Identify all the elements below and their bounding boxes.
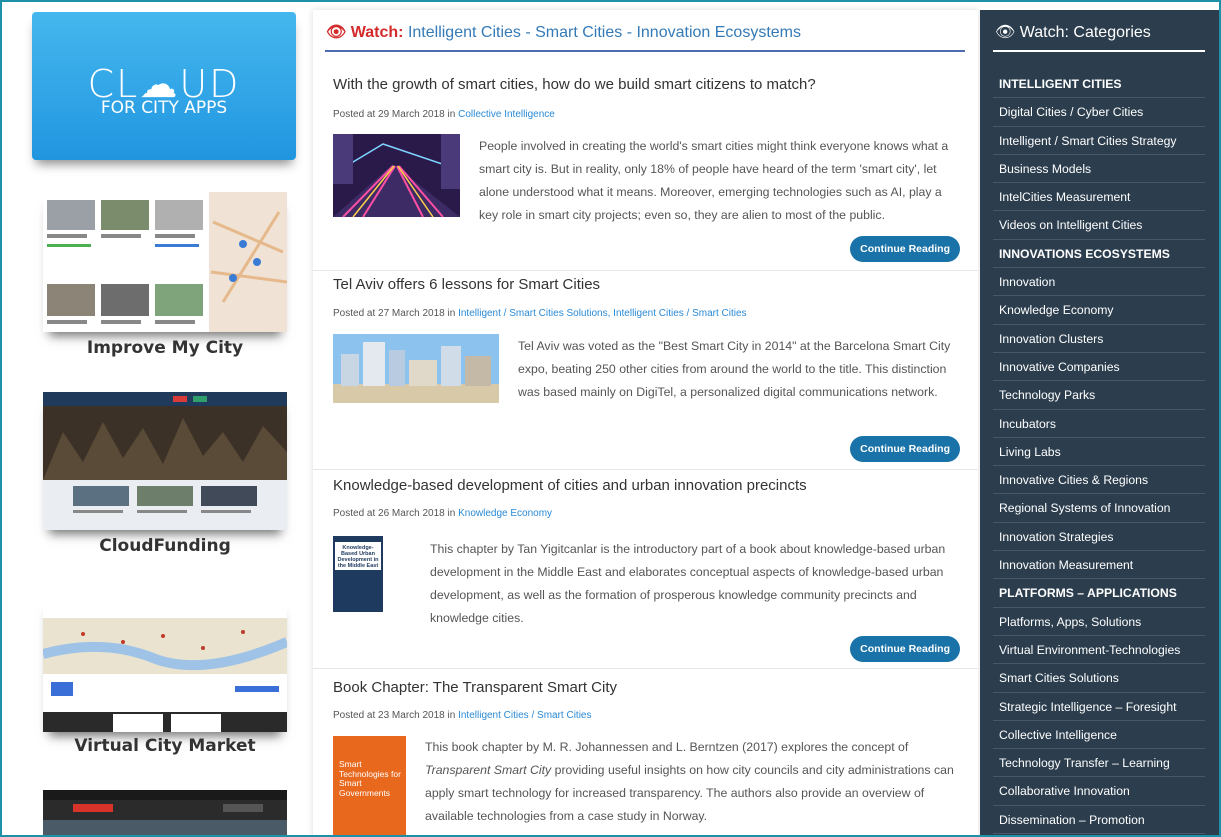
category-link[interactable]: Knowledge Economy xyxy=(993,296,1205,325)
city-branding-thumbnail xyxy=(43,790,287,835)
continue-reading-button[interactable]: Continue Reading xyxy=(850,636,960,662)
category-link[interactable]: Living Labs xyxy=(993,438,1205,467)
promo-cloudfunding[interactable]: CloudFunding xyxy=(40,392,290,567)
category-link[interactable]: IntelCities Measurement xyxy=(993,183,1205,212)
category-link[interactable]: Digital Cities / Cyber Cities xyxy=(993,98,1205,127)
post-category-link[interactable]: Knowledge Economy xyxy=(458,508,552,519)
category-list: INTELLIGENT CITIES Digital Cities / Cyber… xyxy=(993,70,1205,835)
watch-label: Watch: xyxy=(350,24,404,41)
post-excerpt: Tel Aviv was voted as the "Best Smart Ci… xyxy=(518,339,951,399)
book-cover-title: Knowledge-Based Urban Development in the… xyxy=(335,542,381,570)
categories-title: Watch: Categories xyxy=(1019,24,1151,41)
category-link[interactable]: Regional Systems of Innovation xyxy=(993,494,1205,523)
categories-sidebar: 👁 Watch: Categories INTELLIGENT CITIES Di… xyxy=(980,10,1219,835)
promo-city-branding[interactable] xyxy=(40,790,290,835)
category-link[interactable]: Dissemination – Promotion xyxy=(993,806,1205,835)
post-date: Posted at 27 March 2018 in xyxy=(333,308,456,319)
category-link[interactable]: Videos on Intelligent Cities xyxy=(993,211,1205,240)
post-title-link[interactable]: Tel Aviv offers 6 lessons for Smart Citi… xyxy=(333,276,600,293)
post-thumbnail-smart-citizens[interactable] xyxy=(333,134,460,217)
post-meta: Posted at 23 March 2018 in Intelligent C… xyxy=(333,710,591,721)
eye-icon: 👁 xyxy=(995,24,1016,41)
cloud-for-city-apps-banner[interactable]: CL☁UD FOR CITY APPS xyxy=(32,12,296,160)
header-divider xyxy=(325,50,965,52)
post-date: Posted at 23 March 2018 in xyxy=(333,710,456,721)
post-meta: Posted at 26 March 2018 in Knowledge Eco… xyxy=(333,508,552,519)
category-link[interactable]: Innovative Cities & Regions xyxy=(993,466,1205,495)
promo-virtual-city-market[interactable]: Virtual City Market xyxy=(40,592,290,767)
virtual-city-market-thumbnail xyxy=(43,598,287,732)
post-thumbnail-book-cover[interactable]: Knowledge-Based Urban Development in the… xyxy=(333,536,383,612)
book-cover-title: Smart Technologies for Smart Governments xyxy=(339,760,401,798)
category-link[interactable]: Innovation Measurement xyxy=(993,551,1205,580)
cloudfunding-thumbnail xyxy=(43,392,287,530)
post-date: Posted at 29 March 2018 in xyxy=(333,109,456,120)
continue-reading-button[interactable]: Continue Reading xyxy=(850,236,960,262)
categories-header: 👁 Watch: Categories xyxy=(995,22,1151,42)
category-link[interactable]: Smart Cities Solutions xyxy=(993,664,1205,693)
improve-my-city-thumbnail xyxy=(43,192,287,332)
category-link[interactable]: Virtual Environment-Technologies xyxy=(993,636,1205,665)
post-category-link[interactable]: Collective Intelligence xyxy=(458,109,555,120)
post-meta: Posted at 27 March 2018 in Intelligent /… xyxy=(333,308,747,319)
left-promo-column: CL☁UD FOR CITY APPS Improve My City Clou… xyxy=(20,10,305,835)
promo-label: Improve My City xyxy=(86,338,244,358)
post-meta: Posted at 29 March 2018 in Collective In… xyxy=(333,109,555,120)
post-card: Book Chapter: The Transparent Smart City… xyxy=(313,669,978,835)
cloud-logo-subtitle: FOR CITY APPS xyxy=(100,98,228,118)
category-section-heading[interactable]: INTELLIGENT CITIES xyxy=(993,70,1205,99)
category-link[interactable]: Innovation Strategies xyxy=(993,523,1205,552)
post-category-link[interactable]: Intelligent / Smart Cities Solutions, In… xyxy=(458,308,746,319)
category-link[interactable]: Platforms, Apps, Solutions xyxy=(993,608,1205,636)
post-title-link[interactable]: Knowledge-based development of cities an… xyxy=(333,477,807,494)
category-link[interactable]: Innovation xyxy=(993,268,1205,297)
watch-header: 👁 Watch: Intelligent Cities - Smart Citi… xyxy=(326,22,801,42)
post-excerpt: This book chapter by M. R. Johannessen a… xyxy=(425,736,963,828)
category-link[interactable]: Innovative Companies xyxy=(993,353,1205,382)
post-title-link[interactable]: With the growth of smart cities, how do … xyxy=(333,76,816,93)
category-link[interactable]: Technology Parks xyxy=(993,381,1205,410)
main-content: 👁 Watch: Intelligent Cities - Smart Citi… xyxy=(313,10,978,835)
post-title-link[interactable]: Book Chapter: The Transparent Smart City xyxy=(333,679,617,696)
post-category-link[interactable]: Intelligent Cities / Smart Cities xyxy=(458,710,591,721)
category-link[interactable]: Strategic Intelligence – Foresight xyxy=(993,693,1205,721)
post-thumbnail-tel-aviv[interactable] xyxy=(333,334,499,403)
category-section-heading[interactable]: PLATFORMS – APPLICATIONS xyxy=(993,579,1205,608)
eye-icon: 👁 xyxy=(326,24,347,41)
promo-improve-my-city[interactable]: Improve My City xyxy=(40,192,290,367)
post-excerpt: People involved in creating the world's … xyxy=(479,139,949,222)
category-link[interactable]: Innovation Clusters xyxy=(993,325,1205,353)
post-card: Tel Aviv offers 6 lessons for Smart Citi… xyxy=(313,271,978,470)
post-thumbnail-book-cover[interactable]: Smart Technologies for Smart Governments xyxy=(333,736,406,835)
promo-label: CloudFunding xyxy=(99,536,231,556)
category-link[interactable]: Collaborative Innovation xyxy=(993,777,1205,806)
category-section-heading[interactable]: INNOVATIONS ECOSYSTEMS xyxy=(993,240,1205,269)
post-excerpt-emphasis: Transparent Smart City xyxy=(425,763,552,777)
category-link[interactable]: Business Models xyxy=(993,155,1205,184)
watch-topic[interactable]: Intelligent Cities - Smart Cities - Inno… xyxy=(408,24,801,41)
category-link[interactable]: Incubators xyxy=(993,410,1205,438)
continue-reading-button[interactable]: Continue Reading xyxy=(850,436,960,462)
category-link[interactable]: Collective Intelligence xyxy=(993,721,1205,750)
post-excerpt-part: This book chapter by M. R. Johannessen a… xyxy=(425,740,909,754)
page-frame: CL☁UD FOR CITY APPS Improve My City Clou… xyxy=(0,0,1221,837)
category-link[interactable]: Technology Transfer – Learning xyxy=(993,749,1205,778)
post-excerpt: This chapter by Tan Yigitcanlar is the i… xyxy=(430,542,946,625)
post-date: Posted at 26 March 2018 in xyxy=(333,508,456,519)
categories-divider xyxy=(993,50,1205,52)
post-card: Knowledge-based development of cities an… xyxy=(313,470,978,669)
post-card: With the growth of smart cities, how do … xyxy=(313,60,978,271)
promo-label: Virtual City Market xyxy=(74,736,256,756)
category-link[interactable]: Intelligent / Smart Cities Strategy xyxy=(993,127,1205,155)
